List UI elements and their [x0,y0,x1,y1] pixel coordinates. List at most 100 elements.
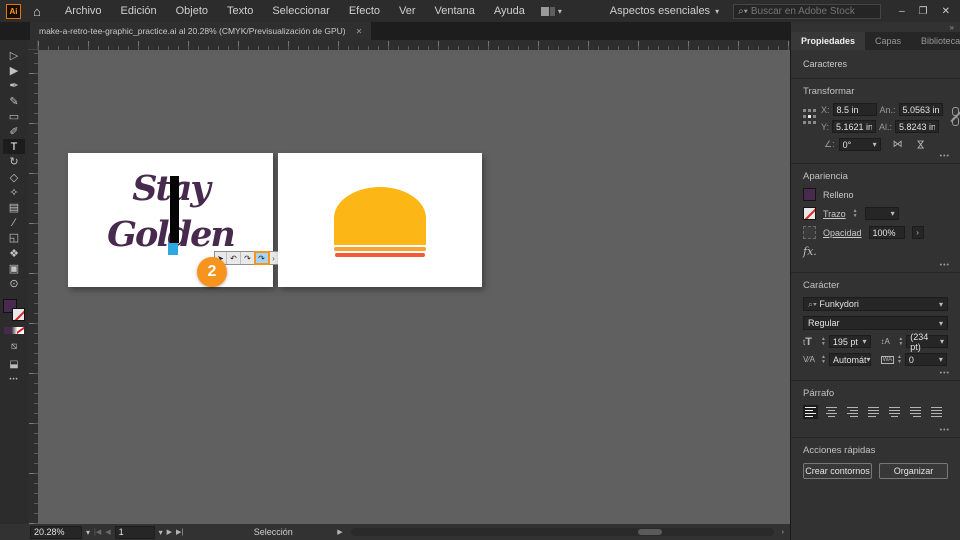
align-right-button[interactable] [845,405,860,419]
type-tool[interactable]: T [3,139,25,155]
stroke-color-swatch[interactable] [803,207,816,220]
tab-propiedades[interactable]: Propiedades [791,32,866,50]
x-input[interactable] [832,103,877,116]
menu-texto[interactable]: Texto [227,5,253,17]
tracking-combo[interactable]: 0 ▾ [904,353,947,366]
align-left-button[interactable] [803,405,818,419]
rotate-tool[interactable]: ↻ [3,154,25,169]
justify-right-button[interactable] [908,405,923,419]
opacity-label[interactable]: Opacidad [823,228,862,238]
font-style-combo[interactable]: Regular ▾ [803,316,948,330]
menu-ventana[interactable]: Ventana [435,5,475,17]
stroke-weight-stepper[interactable]: ▲ ▼ [853,208,858,219]
fill-color-swatch[interactable] [803,188,816,201]
stroke-label[interactable]: Trazo [823,209,846,219]
pen-tool[interactable]: ✒ [3,78,25,93]
color-mode-bar[interactable] [4,327,25,334]
arrange-documents-icon[interactable]: ▾ [540,6,562,16]
menu-seleccionar[interactable]: Seleccionar [272,5,329,17]
text-cursor-handle[interactable] [168,243,178,255]
status-expand-icon[interactable]: ▶ [337,528,342,536]
draw-mode-icon[interactable]: ⧅ [11,341,17,352]
next-artboard-icon[interactable]: ▶ [167,528,172,536]
selection-tool[interactable]: ▷ [3,48,25,63]
stroke-swatch-none[interactable] [12,308,25,321]
workspace-switcher[interactable]: Aspectos esenciales ▾ [610,5,719,17]
arrange-button[interactable]: Organizar [879,463,948,479]
scale-tool[interactable]: ◇ [3,170,25,185]
panel-collapse-icon[interactable]: » [950,23,954,32]
zoom-tool[interactable]: ⊙ [3,276,25,291]
last-artboard-icon[interactable]: ▶| [176,528,183,536]
stroke-weight-combo[interactable]: ▾ [864,207,899,220]
curvature-tool[interactable]: ✎ [3,94,25,109]
paintbrush-tool[interactable]: ✐ [3,124,25,139]
tab-capas[interactable]: Capas [865,32,911,50]
direct-selection-tool[interactable]: ▶ [3,63,25,78]
font-size-combo[interactable]: 195 pt ▾ [828,335,871,348]
menu-objeto[interactable]: Objeto [176,5,208,17]
justify-all-button[interactable] [929,405,944,419]
justify-left-button[interactable] [866,405,881,419]
stock-search[interactable]: ⌕▾ [733,3,882,19]
artboard-tool[interactable]: ▣ [3,261,25,276]
document-tab[interactable]: make-a-retro-tee-graphic_practice.ai al … [30,22,372,40]
fill-stroke-proxy[interactable] [3,299,25,321]
first-artboard-icon[interactable]: |◀ [94,528,101,536]
rectangle-tool[interactable]: ▭ [3,109,25,124]
mini-anchor-icon-highlighted[interactable]: ↷ [254,251,270,265]
zoom-level-input[interactable] [30,525,82,539]
menu-archivo[interactable]: Archivo [65,5,102,17]
mini-anchor-icon-1[interactable]: ↶ [227,252,241,264]
create-outlines-button[interactable]: Crear contornos [803,463,872,479]
leading-stepper[interactable]: ▲ ▼ [898,336,903,347]
flip-horizontal-icon[interactable]: ⋈ [893,139,903,150]
reference-point-locator[interactable] [803,109,816,125]
opacity-expand-icon[interactable]: › [911,226,924,239]
y-input[interactable] [832,120,877,133]
scroll-right-icon[interactable]: › [782,529,784,536]
leading-combo[interactable]: (234 pt) ▾ [906,332,948,352]
home-icon[interactable]: ⌂ [33,4,41,19]
retro-sun-graphic[interactable] [334,187,426,257]
minimize-button[interactable]: – [899,6,905,17]
opacity-input[interactable] [868,226,905,239]
width-tool[interactable]: ✧ [3,185,25,200]
scrollbar-thumb[interactable] [638,529,663,535]
shape-builder-tool[interactable]: ◱ [3,230,25,245]
align-center-button[interactable] [824,405,839,419]
font-size-stepper[interactable]: ▲ ▼ [821,336,826,347]
search-input[interactable] [750,5,861,17]
artboard-1[interactable]: Stay Golden ➤ ↶ ↷ ↷ › 2 [68,153,279,287]
angle-combo[interactable]: 0° ▾ [838,138,881,151]
kerning-combo[interactable]: Automát ▾ [828,353,871,366]
tracking-stepper[interactable]: ▲ ▼ [897,354,902,365]
flip-vertical-icon[interactable]: ⋈ [914,140,925,150]
menu-ver[interactable]: Ver [399,5,416,17]
canvas[interactable]: Stay Golden ➤ ↶ ↷ ↷ › 2 [28,40,790,524]
justify-center-button[interactable] [887,405,902,419]
character-more-icon[interactable]: ••• [940,370,950,377]
close-button[interactable]: ✕ [942,6,950,17]
chevron-down-icon[interactable]: ▾ [159,528,163,537]
artboard-number-input[interactable] [114,525,155,539]
tab-close-icon[interactable]: ✕ [356,27,363,36]
paragraph-more-icon[interactable]: ••• [940,427,950,434]
menu-edicion[interactable]: Edición [121,5,157,17]
symbol-sprayer-tool[interactable]: ❖ [3,245,25,260]
artboard-2[interactable] [278,153,482,287]
font-family-combo[interactable]: ⌕▾ Funkydori ▾ [803,297,948,311]
appearance-more-icon[interactable]: ••• [940,262,950,269]
kerning-stepper[interactable]: ▲ ▼ [821,354,826,365]
mini-anchor-icon-2[interactable]: ↷ [241,252,255,264]
gradient-tool[interactable]: ▤ [3,200,25,215]
menu-ayuda[interactable]: Ayuda [494,5,525,17]
tab-bibliotecas[interactable]: Bibliotecas [911,32,960,50]
transform-more-icon[interactable]: ••• [940,153,950,160]
horizontal-scrollbar[interactable] [350,528,774,536]
chevron-down-icon[interactable]: ▾ [86,528,90,537]
fx-effects-icon[interactable]: fx. [803,245,817,258]
mini-expand-icon[interactable]: › [269,252,278,264]
toolbar-more-icon[interactable]: ••• [9,377,18,383]
height-input[interactable] [895,120,940,133]
